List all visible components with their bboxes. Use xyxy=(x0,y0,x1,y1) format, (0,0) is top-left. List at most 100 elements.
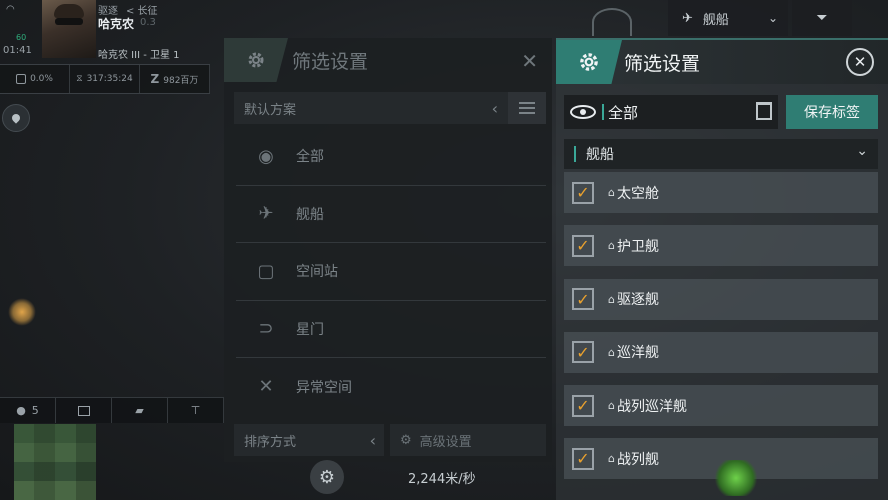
mail-button[interactable] xyxy=(56,398,112,423)
ship-settings-button[interactable]: ⚙ xyxy=(310,460,344,494)
checkbox[interactable]: ✓ xyxy=(572,341,594,364)
ship-class-icon: ⌂ xyxy=(608,345,615,359)
mail-icon xyxy=(77,405,90,416)
close-icon[interactable]: ✕ xyxy=(521,49,538,73)
chevron-down-icon: ⌄ xyxy=(767,11,778,25)
ship-speed: 2,244米/秒 xyxy=(408,472,476,487)
shield-icon xyxy=(16,74,27,84)
advanced-settings-button[interactable]: ⚙ 高级设置 xyxy=(390,424,546,456)
clock: 01:41 xyxy=(3,45,32,56)
list-item[interactable]: ✕ 异常空间 xyxy=(236,358,546,416)
chat-members-button[interactable]: ● 5 xyxy=(0,398,56,423)
overview-tab-label: 舰船 xyxy=(702,12,729,28)
overview-filter-button[interactable]: ⏷ xyxy=(792,0,852,36)
list-item[interactable]: ✈ 舰船 xyxy=(236,186,546,243)
cargo-cube-icon[interactable] xyxy=(714,460,758,496)
security-status: 0.3 xyxy=(140,17,156,28)
space-beacon[interactable] xyxy=(8,298,36,326)
player-portrait[interactable] xyxy=(42,0,96,58)
stargate-icon: ⊃ xyxy=(258,318,274,340)
wifi-signal: 60 xyxy=(16,33,27,42)
list-item[interactable]: ✓ ⌂ 巡洋舰 xyxy=(564,331,878,373)
station-icon: ▢ xyxy=(257,260,275,282)
checkbox[interactable]: ✓ xyxy=(572,181,594,204)
anomaly-icon: ✕ xyxy=(258,376,274,398)
eye-icon: ◉ xyxy=(258,145,274,167)
list-item[interactable]: ✓ ⌂ 太空舱 xyxy=(564,172,878,213)
ship-class-icon: ⌂ xyxy=(608,452,615,466)
chat-bar: ● 5 ▰ ⊤ xyxy=(0,397,224,423)
chat-bubble-icon: ▰ xyxy=(135,404,144,417)
sort-selector[interactable]: 排序方式 ‹ xyxy=(234,424,384,456)
portrait-glasses xyxy=(55,18,83,25)
panel-title: 筛选设置 xyxy=(624,52,701,75)
location-pin-icon xyxy=(10,112,22,124)
chevron-down-icon: ⌄ xyxy=(856,143,868,159)
tag-search-field[interactable]: 全部 xyxy=(564,95,778,129)
panel-header: 筛选设置 ✕ xyxy=(224,38,552,82)
ship-icon: ✈ xyxy=(682,10,693,26)
ship-type-list: ✓ ⌂ 太空舱 ✓ ⌂ 护卫舰 ✓ ⌂ 驱逐舰 ✓ ⌂ 巡洋舰 ✓ ⌂ 战列巡洋舰 ✓ ⌂ 战列舰 xyxy=(564,172,878,492)
list-item[interactable]: ✓ ⌂ 驱逐舰 xyxy=(564,278,878,320)
gear-icon: ⚙ xyxy=(318,466,336,488)
stat-isk: Z 982百万 xyxy=(140,65,210,93)
checkbox[interactable]: ✓ xyxy=(572,394,594,417)
trash-icon[interactable] xyxy=(756,102,772,120)
scheme-selector[interactable]: 默认方案 ‹ xyxy=(234,92,546,124)
category-header[interactable]: 舰船 ⌄ xyxy=(564,139,878,169)
ship-icon: ✈ xyxy=(258,203,274,225)
gear-icon xyxy=(556,40,622,84)
advanced-settings-label: 高级设置 xyxy=(419,434,472,450)
overview-tab-selector[interactable]: ✈ 舰船 ⌄ xyxy=(668,0,788,36)
eye-icon[interactable] xyxy=(570,105,596,119)
sort-label: 排序方式 xyxy=(244,434,297,450)
space-object xyxy=(592,8,632,36)
chat-avatar-mosaic xyxy=(14,424,96,500)
list-item[interactable]: ✓ ⌂ 战列巡洋舰 xyxy=(564,385,878,427)
location-pin-button[interactable] xyxy=(2,104,30,132)
ship-class-icon: ⌂ xyxy=(608,399,615,413)
stat-bar: 0.0% ⧖ 317:35:24 Z 982百万 xyxy=(0,64,210,94)
close-button[interactable]: ✕ xyxy=(846,48,874,76)
filter-icon: ⊤ xyxy=(190,404,201,417)
category-accent-bar xyxy=(574,146,576,162)
panel-title: 筛选设置 xyxy=(292,50,369,73)
stat-timer: ⧖ 317:35:24 xyxy=(70,65,140,93)
scheme-label: 默认方案 xyxy=(244,102,297,118)
close-icon: ✕ xyxy=(853,53,867,71)
gear-icon: ⚙ xyxy=(400,432,412,448)
portrait-hair xyxy=(54,4,84,18)
list-item[interactable]: ▢ 空间站 xyxy=(236,243,546,301)
chevron-left-icon: ‹ xyxy=(369,430,376,450)
ship-class-icon: ⌂ xyxy=(608,239,615,253)
stat-shield: 0.0% xyxy=(0,65,70,93)
wifi-icon: ◠ xyxy=(6,4,15,15)
category-label: 舰船 xyxy=(586,147,614,163)
currency-icon: Z xyxy=(150,72,160,86)
field-divider xyxy=(602,104,604,120)
list-item[interactable]: ✓ ⌂ 护卫舰 xyxy=(564,225,878,267)
save-tag-button[interactable]: 保存标签 xyxy=(786,95,878,129)
filter-category-list: ◉ 全部 ✈ 舰船 ▢ 空间站 ⊃ 星门 ✕ 异常空间 xyxy=(236,128,546,416)
person-icon: ● xyxy=(16,404,26,417)
player-name: 哈克农 xyxy=(98,17,135,31)
checkbox[interactable]: ✓ xyxy=(572,447,594,470)
location-label[interactable]: 哈克农 III - 卫星 1 xyxy=(98,46,180,61)
menu-icon[interactable] xyxy=(508,92,546,124)
filter-panel-active: 筛选设置 ✕ 全部 保存标签 舰船 ⌄ ✓ ⌂ 太空舱 ✓ ⌂ 护卫舰 ✓ ⌂ 驱逐舰 ✓ ⌂… xyxy=(556,38,888,500)
hourglass-icon: ⧖ xyxy=(76,74,83,84)
tag-search-value: 全部 xyxy=(608,103,639,122)
chat-button[interactable]: ▰ xyxy=(112,398,168,423)
list-item[interactable]: ◉ 全部 xyxy=(236,128,546,186)
filter-panel-inactive: 筛选设置 ✕ 默认方案 ‹ ◉ 全部 ✈ 舰船 ▢ 空间站 ⊃ 星门 ✕ 异常空间 排序方… xyxy=(224,38,552,462)
panel-header: 筛选设置 ✕ xyxy=(556,40,888,84)
ship-class-icon: ⌂ xyxy=(608,292,615,306)
ship-class-icon: ⌂ xyxy=(608,186,615,199)
chevron-left-icon[interactable]: ‹ xyxy=(492,99,498,118)
checkbox[interactable]: ✓ xyxy=(572,288,594,311)
list-item[interactable]: ⊃ 星门 xyxy=(236,301,546,358)
filter-icon: ⏷ xyxy=(816,10,828,26)
checkbox[interactable]: ✓ xyxy=(572,234,594,257)
filter-small-button[interactable]: ⊤ xyxy=(168,398,224,423)
gear-icon xyxy=(224,38,288,82)
